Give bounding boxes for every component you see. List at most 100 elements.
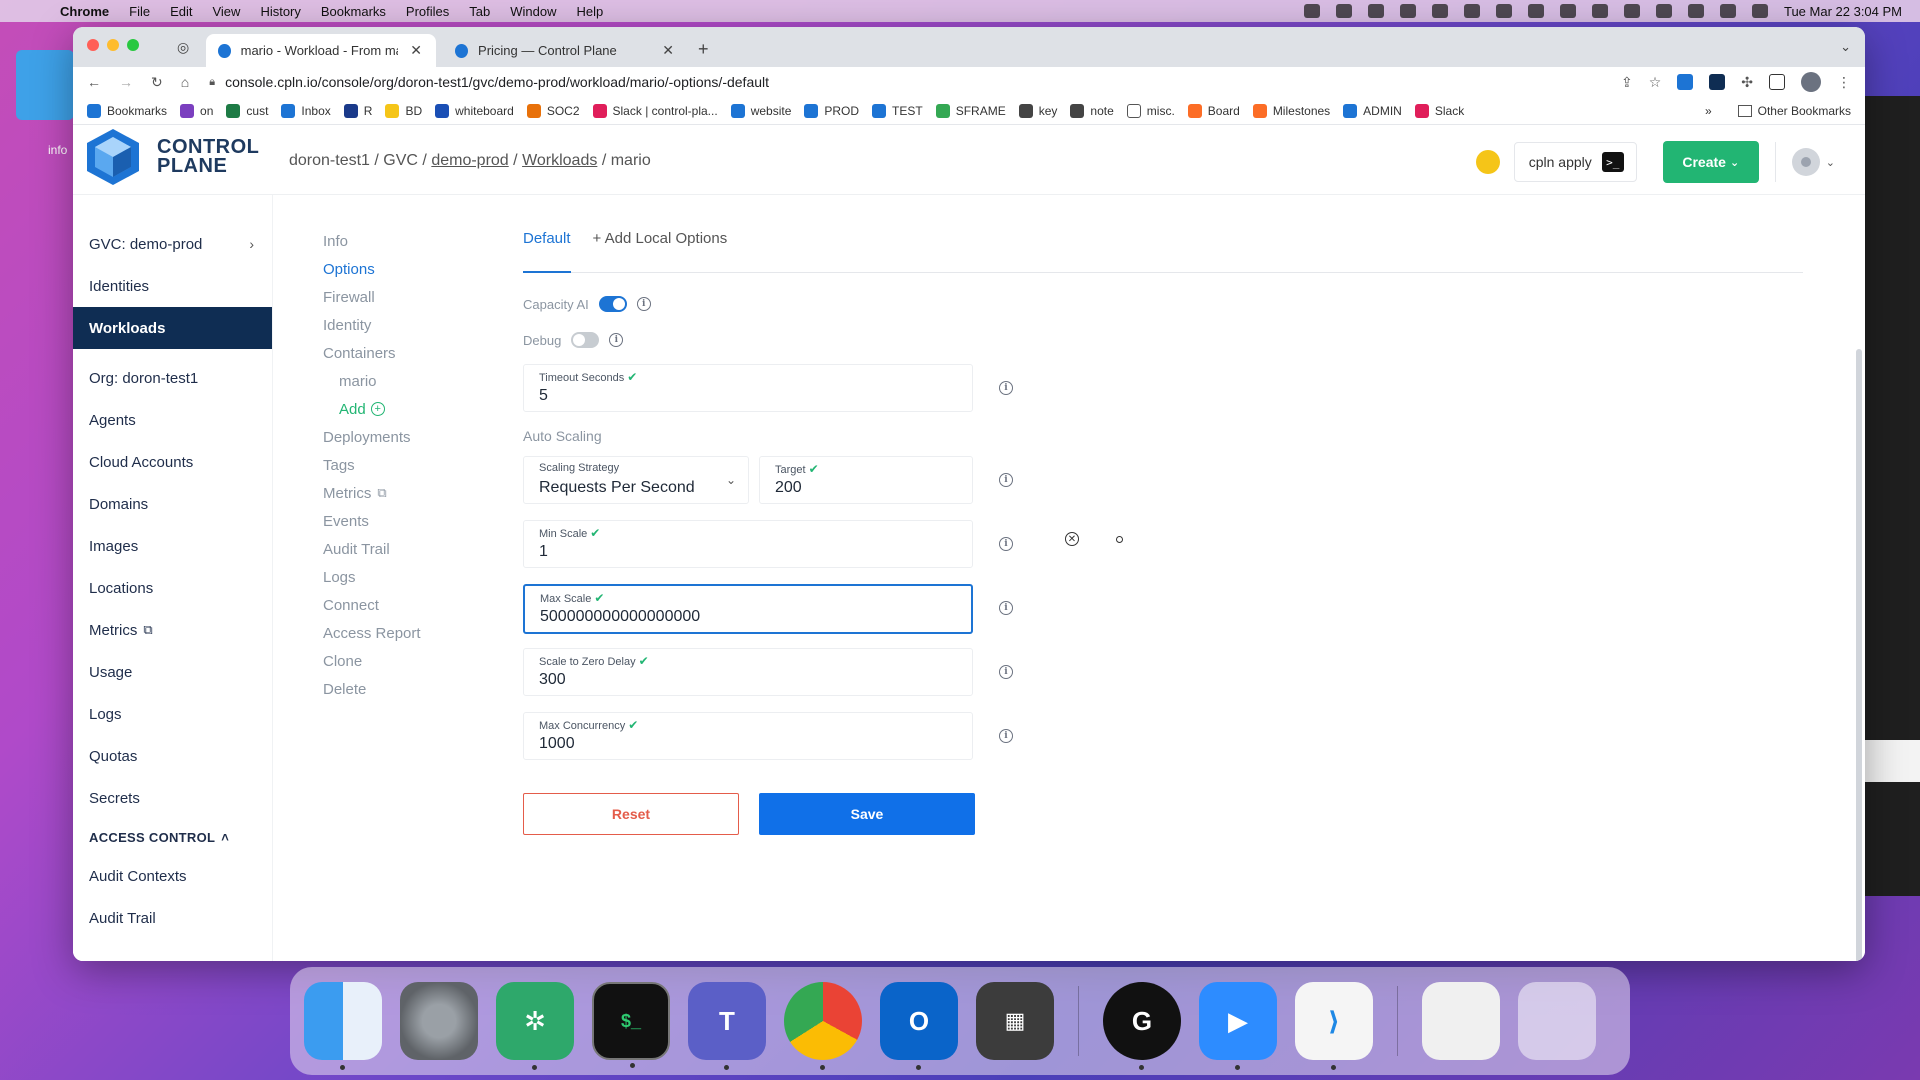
subnav-tags[interactable]: Tags xyxy=(323,451,483,479)
spotlight-search-icon[interactable] xyxy=(1687,4,1704,18)
address-bar[interactable]: 🔒︎ console.cpln.io/console/org/doron-tes… xyxy=(209,74,769,90)
status-app-icon[interactable] xyxy=(1431,4,1448,18)
menu-clock[interactable]: Tue Mar 22 3:04 PM xyxy=(1784,4,1902,19)
sidebar-item-audit-contexts[interactable]: Audit Contexts xyxy=(73,855,272,897)
profile-avatar[interactable] xyxy=(1801,72,1821,92)
info-icon[interactable]: i xyxy=(999,381,1013,395)
finder-icon[interactable] xyxy=(304,982,382,1070)
subnav-info[interactable]: Info xyxy=(323,227,483,255)
close-window-button[interactable] xyxy=(87,39,99,51)
bookmark-item[interactable]: SFRAME xyxy=(935,103,1006,118)
bookmark-item[interactable]: SOC2 xyxy=(526,103,580,118)
bookmark-item[interactable]: Bookmarks xyxy=(87,103,167,118)
max-concurrency-field[interactable]: Max Concurrency ✔ 1000 xyxy=(523,712,973,760)
info-icon[interactable]: i xyxy=(999,729,1013,743)
info-icon[interactable]: i xyxy=(999,665,1013,679)
min-scale-field[interactable]: Min Scale ✔ 1 xyxy=(523,520,973,568)
sidebar-item-secrets[interactable]: Secrets xyxy=(73,777,272,819)
time-machine-icon[interactable] xyxy=(1655,4,1672,18)
subnav-logs[interactable]: Logs xyxy=(323,563,483,591)
sidebar-item-usage[interactable]: Usage xyxy=(73,651,272,693)
status-app-icon[interactable] xyxy=(1303,4,1320,18)
timeout-seconds-value[interactable]: 5 xyxy=(539,387,548,405)
subnav-add-container[interactable]: Add + xyxy=(323,395,483,423)
subnav-identity[interactable]: Identity xyxy=(323,311,483,339)
menu-profiles[interactable]: Profiles xyxy=(406,4,449,19)
subnav-metrics[interactable]: Metrics ⧉ xyxy=(323,479,483,507)
bookmark-item[interactable]: website xyxy=(730,103,791,118)
info-icon[interactable]: i xyxy=(999,473,1013,487)
chrome-icon[interactable] xyxy=(784,982,862,1070)
chevron-down-icon[interactable]: ⌄ xyxy=(1826,156,1835,169)
more-menu-icon[interactable]: ⋮ xyxy=(1837,74,1851,91)
network-app-icon[interactable]: ✲ xyxy=(496,982,574,1070)
lock-icon[interactable]: 🔒︎ xyxy=(209,76,215,89)
page-scrollbar[interactable] xyxy=(1856,349,1862,961)
sidebar-item-agents[interactable]: Agents xyxy=(73,399,272,441)
siri-icon[interactable] xyxy=(1751,4,1768,18)
bookmark-item[interactable]: note xyxy=(1070,103,1114,118)
breadcrumb-workloads-link[interactable]: Workloads xyxy=(522,152,597,169)
min-scale-value[interactable]: 1 xyxy=(539,543,548,561)
breadcrumb-gvc-link[interactable]: demo-prod xyxy=(431,152,508,169)
user-avatar[interactable] xyxy=(1791,148,1820,176)
bookmark-item[interactable]: TEST xyxy=(872,103,923,118)
share-icon[interactable]: ⇪ xyxy=(1621,74,1633,91)
bookmark-item[interactable]: key xyxy=(1018,103,1057,118)
subnav-events[interactable]: Events xyxy=(323,507,483,535)
tab-search-icon[interactable]: ◎ xyxy=(177,39,189,56)
reset-button[interactable]: Reset xyxy=(523,793,739,835)
menu-bookmarks[interactable]: Bookmarks xyxy=(321,4,386,19)
battery-icon[interactable] xyxy=(1623,4,1640,18)
tab-list-chevron-icon[interactable]: ⌄ xyxy=(1840,39,1851,55)
display-icon[interactable] xyxy=(1559,4,1576,18)
system-preferences-icon[interactable] xyxy=(400,982,478,1060)
bookmark-item[interactable]: Slack | control-pla... xyxy=(592,103,718,118)
subnav-containers[interactable]: Containers xyxy=(323,339,483,367)
bookmark-item[interactable]: PROD xyxy=(804,103,859,118)
tab-pricing[interactable]: Pricing — Control Plane ✕ xyxy=(443,34,688,67)
reload-icon[interactable]: ↻ xyxy=(151,74,163,91)
control-plane-logo[interactable]: CONTROL PLANE xyxy=(83,127,259,187)
calculator-icon[interactable]: ▦ xyxy=(976,982,1054,1060)
vscode-icon[interactable]: ⟩ xyxy=(1295,982,1373,1070)
status-indicator-icon[interactable] xyxy=(1475,150,1500,174)
bookmark-item[interactable]: R xyxy=(343,103,372,118)
extension-icon[interactable] xyxy=(1677,74,1694,90)
sidebar-item-audit-trail[interactable]: Audit Trail xyxy=(73,897,272,939)
sidebar-item-org[interactable]: Org: doron-test1 xyxy=(73,357,272,399)
status-app-icon[interactable] xyxy=(1335,4,1352,18)
target-field[interactable]: Target ✔ 200 xyxy=(759,456,973,504)
volume-icon[interactable] xyxy=(1591,4,1608,18)
sidebar-item-identities[interactable]: Identities xyxy=(73,265,272,307)
bookmark-item[interactable]: misc. xyxy=(1126,103,1175,118)
capacity-ai-toggle[interactable] xyxy=(598,296,627,312)
terminal-icon[interactable]: $_ xyxy=(592,982,670,1068)
outlook-icon[interactable]: O xyxy=(880,982,958,1070)
logitech-g-hub-icon[interactable]: G xyxy=(1103,982,1181,1070)
target-value[interactable]: 200 xyxy=(775,479,802,497)
create-button[interactable]: Create ⌄ xyxy=(1662,141,1759,183)
close-tab-icon[interactable]: ✕ xyxy=(410,42,422,59)
scale-to-zero-delay-value[interactable]: 300 xyxy=(539,671,566,689)
home-icon[interactable]: ⌂ xyxy=(181,74,189,90)
bookmark-item[interactable]: on xyxy=(180,103,213,118)
bookmark-item[interactable]: BD xyxy=(385,103,422,118)
status-app-icon[interactable] xyxy=(1463,4,1480,18)
control-center-icon[interactable] xyxy=(1719,4,1736,18)
subnav-firewall[interactable]: Firewall xyxy=(323,283,483,311)
teams-icon[interactable]: T xyxy=(688,982,766,1070)
url-text[interactable]: console.cpln.io/console/org/doron-test1/… xyxy=(225,74,769,90)
sidebar-item-gvc[interactable]: GVC: demo-prod › xyxy=(73,223,272,265)
max-scale-value[interactable]: 500000000000000000 xyxy=(540,608,700,626)
cloud-icon[interactable] xyxy=(1495,4,1512,18)
desktop-folder-icon[interactable] xyxy=(16,50,74,120)
tab-workload[interactable]: mario - Workload - From many ✕ xyxy=(206,34,436,67)
sidebar-item-images[interactable]: Images xyxy=(73,525,272,567)
subnav-deployments[interactable]: Deployments xyxy=(323,423,483,451)
subnav-clone[interactable]: Clone xyxy=(323,647,483,675)
downloads-stack-icon[interactable] xyxy=(1422,982,1500,1060)
info-icon[interactable]: i xyxy=(999,601,1013,615)
timeout-seconds-field[interactable]: Timeout Seconds ✔ 5 xyxy=(523,364,973,412)
menu-help[interactable]: Help xyxy=(577,4,604,19)
